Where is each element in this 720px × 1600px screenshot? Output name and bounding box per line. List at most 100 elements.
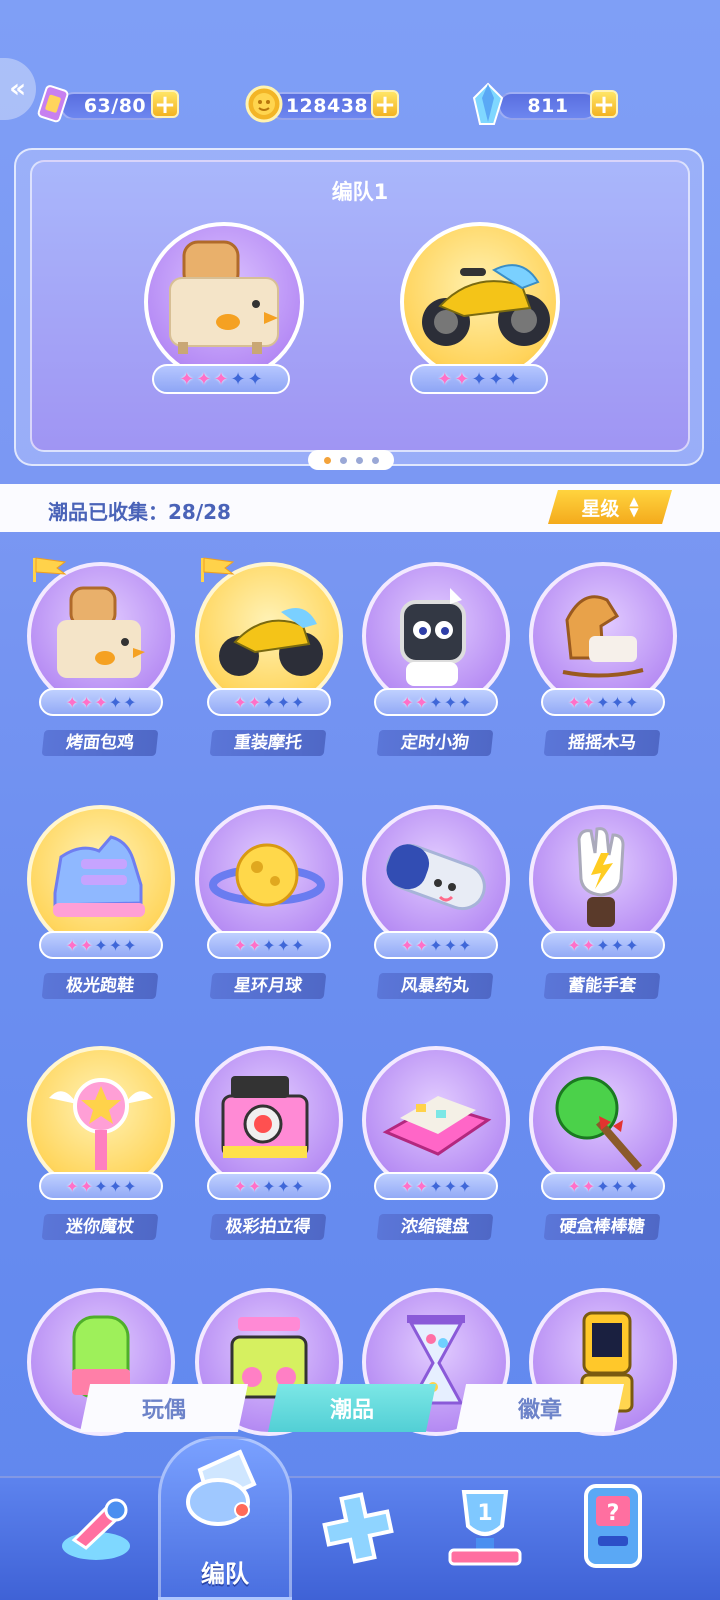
star-filled-icon: ✦ — [414, 935, 429, 955]
whistle-icon — [170, 1430, 280, 1540]
star-empty-icon: ✦ — [610, 692, 625, 712]
item-card-9[interactable]: ✦ ✦ ✦ ✦ ✦ 迷你魔杖 — [27, 1046, 177, 1246]
star-filled-icon: ✦ — [233, 1176, 247, 1196]
star-empty-icon: ✦ — [230, 368, 246, 390]
item-star-rating: ✦ ✦ ✦ ✦ ✦ — [374, 1172, 498, 1200]
add-gems-button[interactable]: + — [590, 90, 618, 118]
star-empty-icon: ✦ — [262, 1176, 276, 1196]
tab-dolls[interactable]: 玩偶 — [80, 1384, 248, 1432]
star-filled-icon: ✦ — [247, 692, 262, 712]
star-empty-icon: ✦ — [458, 935, 472, 955]
star-filled-icon: ✦ — [247, 935, 262, 955]
nav-ranking-button[interactable]: 1 — [440, 1480, 530, 1572]
item-card-10[interactable]: ✦ ✦ ✦ ✦ ✦ 极彩拍立得 — [195, 1046, 345, 1246]
star-empty-icon: ✦ — [458, 692, 472, 712]
star-empty-icon: ✦ — [443, 692, 458, 712]
star-empty-icon: ✦ — [505, 368, 521, 390]
sort-arrows-icon: ▲ ▼ — [629, 494, 639, 519]
item-name: 风暴药丸 — [376, 973, 494, 999]
star-empty-icon: ✦ — [94, 935, 108, 955]
star-empty-icon: ✦ — [443, 1176, 458, 1196]
item-star-rating: ✦ ✦ ✦ ✦ ✦ — [541, 931, 665, 959]
stamina-value: 63/80 — [83, 95, 147, 117]
tab-trendy-items[interactable]: 潮品 — [268, 1384, 436, 1432]
star-filled-icon: ✦ — [94, 692, 108, 712]
team-slot-2[interactable] — [400, 222, 560, 382]
item-art-icon — [555, 1076, 643, 1171]
motorcycle-icon — [422, 264, 550, 346]
star-filled-icon: ✦ — [247, 1176, 262, 1196]
star-filled-icon: ✦ — [179, 368, 195, 390]
game-controller-icon — [322, 1492, 394, 1564]
nav-gacha-button[interactable]: ? — [578, 1480, 648, 1572]
tab-badges[interactable]: 徽章 — [456, 1384, 624, 1432]
star-empty-icon: ✦ — [488, 368, 504, 390]
star-filled-icon: ✦ — [581, 935, 596, 955]
sort-by-stars-button[interactable]: 星级 ▲ ▼ — [548, 490, 672, 524]
star-filled-icon: ✦ — [79, 692, 94, 712]
tab-badges-label: 徽章 — [517, 1398, 562, 1423]
item-art-icon — [386, 843, 486, 911]
add-coins-button[interactable]: + — [371, 90, 399, 118]
tab-trendy-items-label: 潮品 — [329, 1398, 374, 1423]
back-button[interactable]: « — [0, 58, 36, 120]
star-empty-icon: ✦ — [458, 1176, 472, 1196]
star-empty-icon: ✦ — [625, 692, 639, 712]
team-slot-1[interactable] — [144, 222, 304, 382]
page-dot-2[interactable] — [339, 456, 347, 464]
svg-text:?: ? — [607, 1501, 620, 1526]
star-filled-icon: ✦ — [213, 368, 229, 390]
coin-icon — [244, 84, 284, 124]
star-filled-icon: ✦ — [437, 368, 453, 390]
item-name: 重装摩托 — [209, 730, 327, 756]
item-name: 烤面包鸡 — [41, 730, 159, 756]
page-dot-3[interactable] — [355, 456, 363, 464]
star-empty-icon: ✦ — [276, 935, 291, 955]
team-flag-icon — [199, 556, 235, 582]
item-card-6[interactable]: ✦ ✦ ✦ ✦ ✦ 星环月球 — [195, 805, 345, 1005]
trophy-icon: 1 — [448, 1490, 522, 1566]
item-card-11[interactable]: ✦ ✦ ✦ ✦ ✦ 浓缩键盘 — [362, 1046, 512, 1246]
item-card-7[interactable]: ✦ ✦ ✦ ✦ ✦ 风暴药丸 — [362, 805, 512, 1005]
nav-team-label: 编队 — [201, 1560, 249, 1588]
star-filled-icon: ✦ — [400, 692, 414, 712]
star-empty-icon: ✦ — [291, 935, 305, 955]
page-dot-1[interactable] — [323, 456, 331, 464]
item-card-4[interactable]: ✦ ✦ ✦ ✦ ✦ 摇摇木马 — [529, 562, 679, 762]
item-art-icon — [221, 1076, 309, 1158]
tab-dolls-label: 玩偶 — [141, 1398, 186, 1423]
item-card-1[interactable]: ✦ ✦ ✦ ✦ ✦ 烤面包鸡 — [27, 557, 177, 762]
star-filled-icon: ✦ — [581, 1176, 596, 1196]
nav-adventure-button[interactable] — [54, 1486, 138, 1566]
item-art-icon — [382, 1096, 492, 1156]
page-dot-4[interactable] — [371, 456, 379, 464]
item-star-rating: ✦ ✦ ✦ ✦ ✦ — [541, 688, 665, 716]
coin-value: 128438 — [285, 95, 369, 117]
star-empty-icon: ✦ — [108, 1176, 123, 1196]
item-card-5[interactable]: ✦ ✦ ✦ ✦ ✦ 极光跑鞋 — [27, 805, 177, 1005]
star-empty-icon: ✦ — [625, 1176, 639, 1196]
star-filled-icon: ✦ — [233, 692, 247, 712]
nav-play-button[interactable] — [318, 1488, 398, 1568]
star-filled-icon: ✦ — [79, 935, 94, 955]
item-star-rating: ✦ ✦ ✦ ✦ ✦ — [39, 1172, 163, 1200]
star-empty-icon: ✦ — [94, 1176, 108, 1196]
item-card-12[interactable]: ✦ ✦ ✦ ✦ ✦ 硬盒棒棒糖 — [529, 1046, 679, 1246]
item-card-8[interactable]: ✦ ✦ ✦ ✦ ✦ 蓄能手套 — [529, 805, 679, 1005]
item-card-3[interactable]: ✦ ✦ ✦ ✦ ✦ 定时小狗 — [362, 562, 512, 762]
star-filled-icon: ✦ — [414, 692, 429, 712]
item-card-2[interactable]: ✦ ✦ ✦ ✦ ✦ 重装摩托 — [195, 557, 345, 762]
star-filled-icon: ✦ — [196, 368, 212, 390]
item-star-rating: ✦ ✦ ✦ ✦ ✦ — [541, 1172, 665, 1200]
star-empty-icon: ✦ — [291, 692, 305, 712]
star-empty-icon: ✦ — [123, 692, 137, 712]
item-star-rating: ✦ ✦ ✦ ✦ ✦ — [374, 931, 498, 959]
item-name: 极光跑鞋 — [41, 973, 159, 999]
item-art-icon — [49, 1078, 153, 1170]
item-art-icon — [219, 608, 323, 676]
star-empty-icon: ✦ — [625, 935, 639, 955]
star-empty-icon: ✦ — [108, 692, 123, 712]
item-name: 迷你魔杖 — [41, 1214, 159, 1240]
add-stamina-button[interactable]: + — [151, 90, 179, 118]
collection-screen: « 63/80 + 128438 + 811 + 编队1 ✦ ✦ ✦ ✦ ✦ ✦… — [0, 0, 720, 1600]
